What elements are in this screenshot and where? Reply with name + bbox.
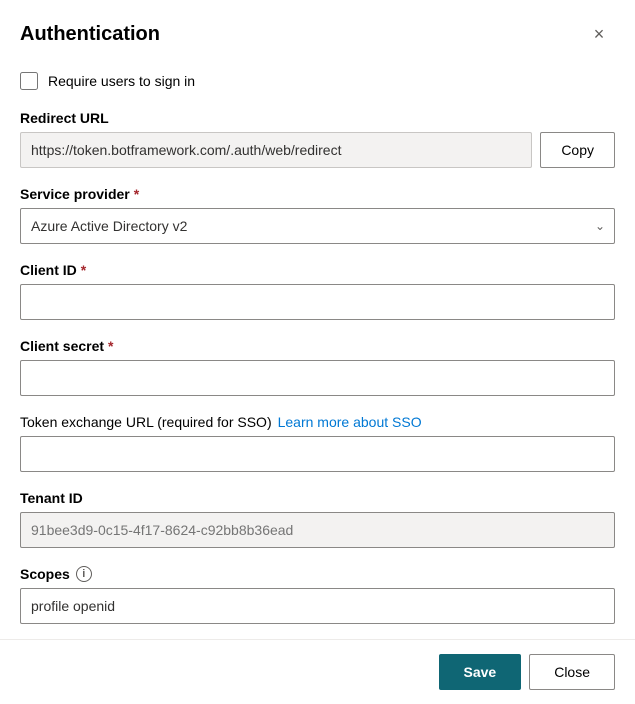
token-exchange-url-input[interactable] (20, 436, 615, 472)
dialog-close-button[interactable]: × (583, 18, 615, 50)
client-id-input[interactable] (20, 284, 615, 320)
service-provider-group: Service provider * Azure Active Director… (20, 186, 615, 244)
copy-button[interactable]: Copy (540, 132, 615, 168)
scopes-label-row: Scopes i (20, 566, 615, 582)
tenant-id-input[interactable] (20, 512, 615, 548)
dialog-body: Require users to sign in Redirect URL Co… (0, 62, 635, 639)
client-id-required: * (81, 262, 86, 278)
tenant-id-group: Tenant ID (20, 490, 615, 548)
service-provider-select[interactable]: Azure Active Directory v2 Azure Active D… (20, 208, 615, 244)
dialog-header: Authentication × (0, 0, 635, 62)
scopes-input[interactable] (20, 588, 615, 624)
service-provider-select-wrapper: Azure Active Directory v2 Azure Active D… (20, 208, 615, 244)
require-signin-row: Require users to sign in (20, 72, 615, 90)
redirect-url-label: Redirect URL (20, 110, 615, 126)
scopes-label: Scopes (20, 566, 70, 582)
client-id-label: Client ID * (20, 262, 615, 278)
service-provider-required: * (134, 186, 139, 202)
dialog-title: Authentication (20, 23, 160, 46)
service-provider-label: Service provider * (20, 186, 615, 202)
token-exchange-url-group: Token exchange URL (required for SSO) Le… (20, 414, 615, 472)
learn-more-sso-link[interactable]: Learn more about SSO (278, 414, 422, 430)
require-signin-checkbox[interactable] (20, 72, 38, 90)
redirect-url-row: Copy (20, 132, 615, 168)
authentication-dialog: Authentication × Require users to sign i… (0, 0, 635, 704)
scopes-info-icon[interactable]: i (76, 566, 92, 582)
tenant-id-label: Tenant ID (20, 490, 615, 506)
token-exchange-url-label: Token exchange URL (required for SSO) Le… (20, 414, 615, 430)
client-secret-required: * (108, 338, 113, 354)
redirect-url-input[interactable] (20, 132, 532, 168)
client-secret-group: Client secret * (20, 338, 615, 396)
save-button[interactable]: Save (439, 654, 522, 690)
close-footer-button[interactable]: Close (529, 654, 615, 690)
scopes-group: Scopes i (20, 566, 615, 624)
require-signin-label: Require users to sign in (48, 73, 195, 89)
client-secret-input[interactable] (20, 360, 615, 396)
client-secret-label: Client secret * (20, 338, 615, 354)
client-id-group: Client ID * (20, 262, 615, 320)
dialog-footer: Save Close (0, 639, 635, 704)
redirect-url-group: Redirect URL Copy (20, 110, 615, 168)
